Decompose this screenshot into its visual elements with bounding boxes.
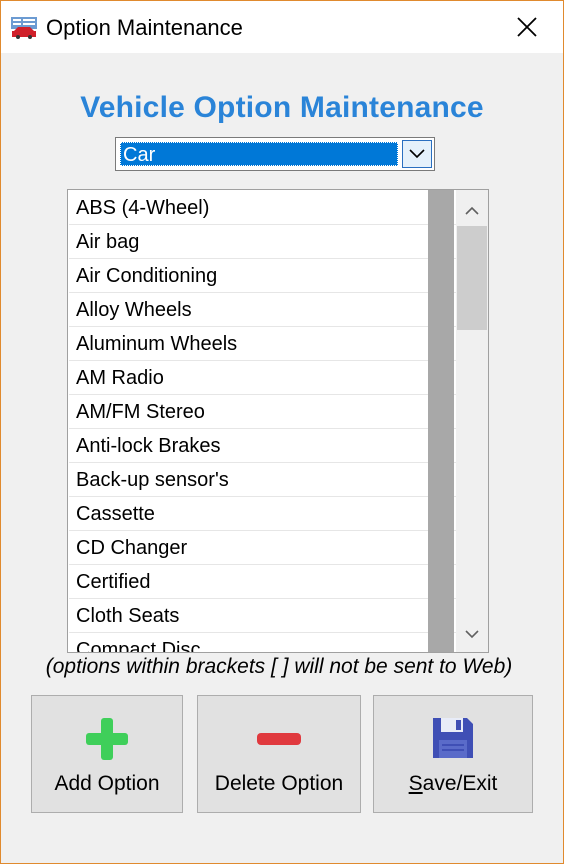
scroll-down-button[interactable]: [456, 618, 488, 650]
save-exit-button[interactable]: Save/Exit: [373, 695, 533, 813]
page-title: Vehicle Option Maintenance: [80, 91, 484, 124]
car-list-icon: [11, 17, 37, 39]
options-list: ABS (4-Wheel) Air bag Air Conditioning Allo…: [69, 191, 488, 652]
save-exit-mnemonic: S: [408, 772, 423, 795]
list-item[interactable]: Air Conditioning: [69, 259, 488, 293]
list-item[interactable]: Certified: [69, 565, 488, 599]
option-maintenance-window: Option Maintenance Vehicle Option Mainte…: [0, 0, 564, 864]
add-option-label: Add Option: [54, 772, 160, 795]
vehicle-type-selected: Car: [120, 142, 398, 166]
vertical-scrollbar[interactable]: [456, 190, 488, 652]
delete-option-button[interactable]: Delete Option: [197, 695, 361, 813]
list-item[interactable]: ABS (4-Wheel): [69, 191, 488, 225]
list-column-divider: [428, 190, 454, 652]
brackets-note: (options within brackets [ ] will not be…: [45, 655, 513, 678]
add-option-button[interactable]: Add Option: [31, 695, 183, 813]
list-item[interactable]: AM Radio: [69, 361, 488, 395]
save-exit-label: Save/Exit: [374, 772, 532, 796]
list-item[interactable]: AM/FM Stereo: [69, 395, 488, 429]
list-item[interactable]: Back-up sensor's: [69, 463, 488, 497]
list-item[interactable]: Compact Disc: [69, 633, 488, 652]
list-item[interactable]: CD Changer: [69, 531, 488, 565]
dropdown-arrow-button[interactable]: [402, 140, 432, 168]
window-title: Option Maintenance: [46, 15, 243, 40]
close-button[interactable]: [505, 9, 549, 45]
list-item[interactable]: Cloth Seats: [69, 599, 488, 633]
minus-icon: [257, 733, 301, 745]
scroll-up-button[interactable]: [456, 194, 488, 226]
list-item[interactable]: Air bag: [69, 225, 488, 259]
list-item[interactable]: Anti-lock Brakes: [69, 429, 488, 463]
list-item[interactable]: Alloy Wheels: [69, 293, 488, 327]
floppy-disk-icon: [433, 718, 473, 758]
options-listbox[interactable]: ABS (4-Wheel) Air bag Air Conditioning Allo…: [67, 189, 489, 653]
chevron-down-icon: [465, 629, 479, 638]
title-bar: Option Maintenance: [1, 1, 563, 53]
delete-option-label: Delete Option: [214, 772, 344, 795]
vehicle-type-dropdown[interactable]: Car: [115, 137, 435, 171]
list-item[interactable]: Aluminum Wheels: [69, 327, 488, 361]
plus-icon: [86, 718, 128, 760]
close-icon: [517, 17, 537, 37]
chevron-down-icon: [409, 149, 425, 159]
chevron-up-icon: [465, 206, 479, 215]
list-item[interactable]: Cassette: [69, 497, 488, 531]
save-exit-label-rest: ave/Exit: [422, 772, 498, 795]
scroll-thumb[interactable]: [457, 226, 487, 330]
